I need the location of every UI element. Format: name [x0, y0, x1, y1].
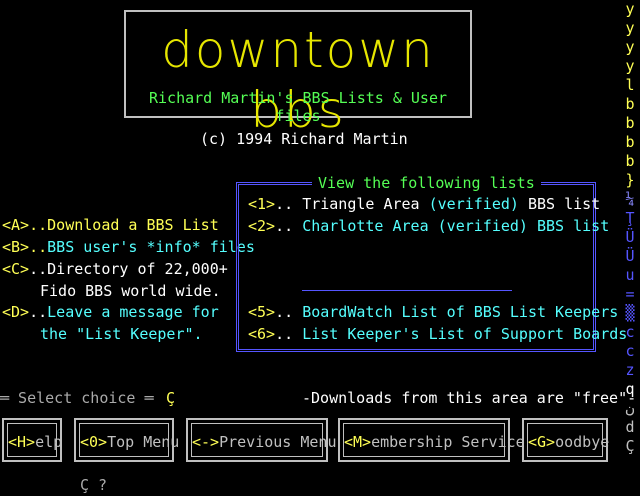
sidebar-char: l	[625, 76, 635, 94]
sidebar-char: c	[625, 323, 635, 341]
sidebar-char: ن	[625, 399, 635, 417]
top-menu-button[interactable]: <0>Top Menu	[74, 418, 179, 462]
button-label: oodbye	[555, 433, 610, 451]
list-label-verified: (verified)	[428, 195, 519, 213]
menu-label-cont: Fido BBS world wide.	[40, 282, 221, 300]
sidebar-char: c	[625, 342, 635, 360]
list-item-2[interactable]: <2>.. Charlotte Area (verified) BBS list	[248, 217, 609, 235]
list-key: <2>	[248, 217, 276, 235]
list-item-5[interactable]: <5>.. BoardWatch List of BBS List Keeper…	[248, 303, 618, 321]
menu-label: Download a BBS List	[47, 216, 219, 234]
sidebar-char: ▒	[625, 304, 635, 322]
list-label-end: BBS list	[527, 195, 601, 213]
menu-item-a[interactable]: <A>..Download a BBS List	[2, 216, 219, 234]
goodbye-button[interactable]: <G>oodbye	[522, 418, 610, 462]
logo-subtitle: Richard Martin's BBS Lists & User files	[148, 89, 447, 125]
button-label: elp	[35, 433, 63, 451]
input-cursor[interactable]: Ç	[166, 389, 175, 407]
menu-key: <C>	[2, 260, 30, 278]
sidebar-char: d	[625, 418, 635, 436]
menu-dots: ..	[29, 260, 48, 278]
sidebar-char: }	[625, 171, 635, 189]
menu-label: BBS user's *info* files	[47, 238, 255, 256]
sidebar-char: b	[625, 133, 635, 151]
list-dots: ..	[275, 325, 294, 343]
menu-label: Leave a message for	[47, 303, 219, 321]
menu-dots: ..	[29, 238, 48, 256]
sidebar-char: z	[625, 361, 635, 379]
menu-item-d[interactable]: <D>..Leave a message for	[2, 303, 219, 321]
menu-key: <A>	[2, 216, 30, 234]
lists-title: View the following lists	[312, 174, 541, 192]
menu-label-cont: the "List Keeper".	[40, 325, 203, 343]
sidebar-char: b	[625, 114, 635, 132]
button-key: <H>	[8, 433, 36, 451]
button-label: Previous Menu	[219, 433, 337, 451]
sidebar-char: q	[625, 380, 635, 398]
menu-dots: ..	[29, 303, 48, 321]
list-key: <1>	[248, 195, 276, 213]
sidebar-char: =	[625, 285, 635, 303]
sidebar-char: y	[625, 38, 635, 56]
sidebar-char: Ü	[625, 247, 635, 265]
help-button[interactable]: <H>elp	[2, 418, 62, 462]
select-choice-label: ═ Select choice ═	[0, 389, 154, 407]
list-label: Charlotte Area (verified) BBS list	[302, 217, 610, 235]
menu-label: Directory of 22,000+	[47, 260, 228, 278]
menu-dots: ..	[29, 216, 48, 234]
sidebar-char: y	[625, 0, 635, 18]
downloads-note: -Downloads from this area are "free"-	[302, 389, 637, 407]
sidebar-chars: y y y y l b b b b} ¼ Ţ Ü Üu = ▒ c c z q ن d Ç	[620, 0, 640, 456]
previous-menu-button[interactable]: <->Previous Menu	[186, 418, 337, 462]
copyright: (c) 1994 Richard Martin	[200, 130, 408, 148]
list-label: Triangle Area	[302, 195, 420, 213]
button-label: embership Service	[371, 433, 525, 451]
sidebar-char: ¼	[625, 190, 635, 208]
lists-divider	[302, 290, 512, 291]
sidebar-char: Ţ	[625, 209, 635, 227]
button-key: <0>	[80, 433, 108, 451]
list-label: BoardWatch List of BBS List Keepers	[302, 303, 619, 321]
button-key: <->	[192, 433, 220, 451]
list-dots: ..	[275, 303, 294, 321]
button-label: Top Menu	[107, 433, 180, 451]
sidebar-char: b	[625, 152, 635, 170]
button-key: <M>	[344, 433, 372, 451]
membership-service-button[interactable]: <M>embership Service	[338, 418, 525, 462]
list-dots: ..	[275, 195, 294, 213]
bottom-prompt: Ç ?	[80, 476, 108, 494]
sidebar-char: Ü	[625, 228, 635, 246]
list-item-1[interactable]: <1>.. Triangle Area (verified) BBS list	[248, 195, 600, 213]
menu-item-b[interactable]: <B>..BBS user's *info* files	[2, 238, 255, 256]
sidebar-char: y	[625, 57, 635, 75]
list-dots: ..	[275, 217, 294, 235]
sidebar-char: u	[625, 266, 635, 284]
sidebar-char: Ç	[625, 437, 635, 455]
button-key: <G>	[528, 433, 556, 451]
list-item-6[interactable]: <6>.. List Keeper's List of Support Boar…	[248, 325, 627, 343]
list-label: List Keeper's List of Support Boards	[302, 325, 628, 343]
list-key: <6>	[248, 325, 276, 343]
menu-key: <B>	[2, 238, 30, 256]
sidebar-char: y	[625, 19, 635, 37]
sidebar-char: b	[625, 95, 635, 113]
menu-key: <D>	[2, 303, 30, 321]
menu-item-c[interactable]: <C>..Directory of 22,000+	[2, 260, 228, 278]
list-key: <5>	[248, 303, 276, 321]
logo-box: downtown bbs Richard Martin's BBS Lists …	[124, 10, 472, 139]
